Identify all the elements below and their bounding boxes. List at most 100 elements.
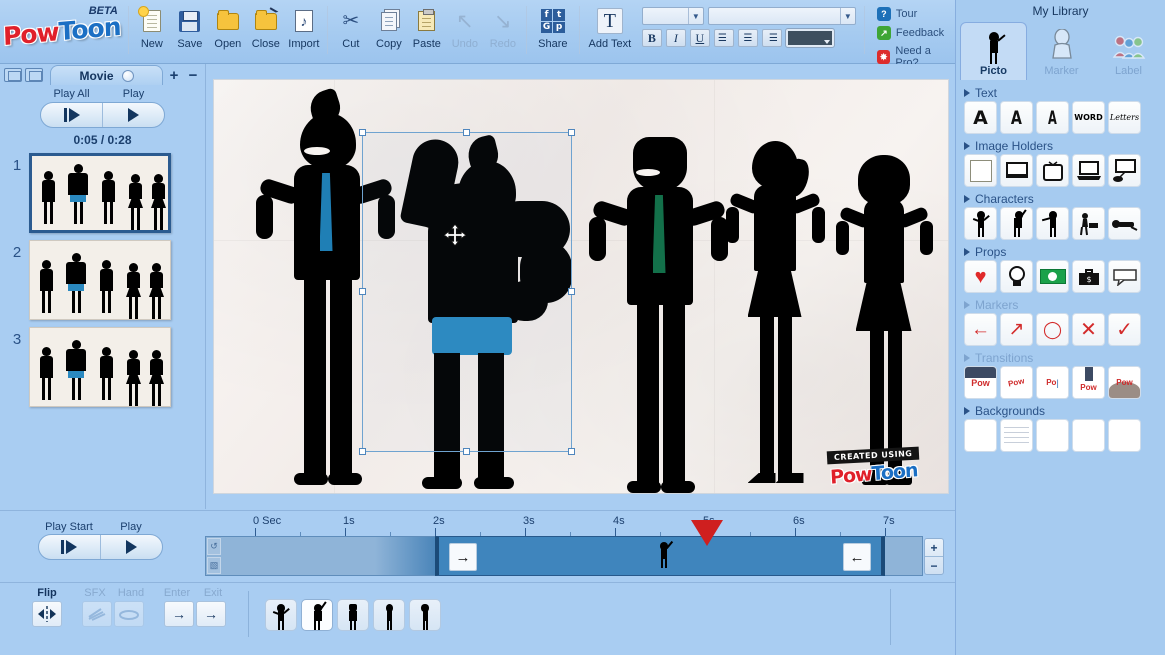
add-text-button[interactable]: T Add Text [584, 0, 636, 58]
view-list-icon[interactable] [25, 68, 43, 82]
char-thumb-woman[interactable] [373, 599, 405, 631]
resize-handle-e[interactable] [567, 288, 575, 295]
font-family-select[interactable]: ▼ [707, 7, 856, 25]
frame-monitor-holder[interactable] [1000, 154, 1033, 187]
character-laptop[interactable] [1072, 207, 1105, 240]
background-white[interactable] [964, 419, 997, 452]
prop-briefcase[interactable]: $ [1072, 260, 1105, 293]
slide-thumbnail-3[interactable] [29, 327, 171, 407]
clip-character-marker[interactable] [657, 540, 674, 572]
transition-stamp[interactable]: Pow [1072, 366, 1105, 399]
open-button[interactable]: Open [209, 0, 247, 58]
enter-button[interactable]: → [164, 601, 194, 627]
remove-slide-button[interactable]: − [185, 66, 201, 84]
timeline-play-button[interactable] [99, 535, 162, 559]
background-red[interactable] [1072, 419, 1105, 452]
section-header-text[interactable]: Text [964, 84, 1157, 101]
list-item[interactable]: 3 [10, 327, 205, 407]
tab-picto[interactable]: Picto [960, 22, 1027, 80]
play-start-button[interactable] [39, 535, 100, 559]
background-blue[interactable] [1108, 419, 1141, 452]
selection-box[interactable] [358, 129, 575, 455]
copy-button[interactable]: Copy [370, 0, 408, 58]
resize-handle-se[interactable] [567, 448, 575, 455]
frame-laptop-holder[interactable] [1072, 154, 1105, 187]
background-lined[interactable] [1000, 419, 1033, 452]
section-header-image-holders[interactable]: Image Holders [964, 137, 1157, 154]
align-right-button[interactable]: ☰ [761, 29, 782, 47]
figure-woman-bob[interactable] [832, 141, 937, 493]
playhead-marker[interactable] [691, 520, 723, 546]
undo-button[interactable]: ↖ Undo [446, 0, 484, 58]
text-style-a-narrow[interactable]: A [1000, 101, 1033, 134]
import-button[interactable]: ♪ Import [285, 0, 323, 58]
text-style-letters[interactable]: Letters [1108, 101, 1141, 134]
cut-button[interactable]: ✂ Cut [332, 0, 370, 58]
clip-exit-button[interactable]: ← [843, 543, 871, 571]
text-style-word[interactable]: WORD [1072, 101, 1105, 134]
align-center-button[interactable]: ☰ [737, 29, 758, 47]
char-thumb-suit[interactable] [337, 599, 369, 631]
frame-tv-holder[interactable] [1036, 154, 1069, 187]
character-muscle[interactable] [1000, 207, 1033, 240]
resize-handle-nw[interactable] [358, 129, 366, 136]
resize-handle-w[interactable] [358, 288, 366, 295]
timeline-clip[interactable]: → ← [435, 536, 885, 576]
feedback-button[interactable]: ↗ Feedback [876, 26, 955, 40]
flip-button[interactable] [32, 601, 62, 627]
text-color-swatch[interactable] [784, 28, 835, 48]
prop-money[interactable] [1036, 260, 1069, 293]
tour-button[interactable]: ? Tour [876, 7, 955, 21]
background-yellow[interactable] [1036, 419, 1069, 452]
close-button[interactable]: Close [247, 0, 285, 58]
transition-hand-wipe[interactable]: Pow [1108, 366, 1141, 399]
section-header-backgrounds[interactable]: Backgrounds [964, 402, 1157, 419]
character-pointing[interactable] [1036, 207, 1069, 240]
clip-enter-button[interactable]: → [449, 543, 477, 571]
section-header-transitions[interactable]: Transitions [964, 349, 1157, 366]
section-header-characters[interactable]: Characters [964, 190, 1157, 207]
reset-icon[interactable]: ↺ [207, 538, 221, 555]
char-thumb-woman-2[interactable] [409, 599, 441, 631]
section-header-markers[interactable]: Markers [964, 296, 1157, 313]
slide-thumbnail-2[interactable] [29, 240, 171, 320]
underline-button[interactable]: U [689, 29, 710, 47]
transition-slide-down[interactable]: Pow [964, 366, 997, 399]
marker-cross[interactable]: ✕ [1072, 313, 1105, 346]
align-left-button[interactable]: ☰ [713, 29, 734, 47]
character-standing[interactable] [964, 207, 997, 240]
marker-circle[interactable]: ◯ [1036, 313, 1069, 346]
marker-arrow-left[interactable]: ← [964, 313, 997, 346]
timeline-zoom-out-button[interactable]: − [925, 557, 943, 574]
resize-handle-n[interactable] [462, 129, 470, 136]
slide-canvas[interactable]: CREATED USING PowToon [212, 79, 949, 494]
play-button[interactable] [102, 103, 164, 127]
text-style-a-bold[interactable]: A [964, 101, 997, 134]
transition-type[interactable]: Po | [1036, 366, 1069, 399]
play-all-button[interactable] [41, 103, 102, 127]
timeline-zoom-in-button[interactable]: + [925, 539, 943, 557]
prop-heart[interactable]: ♥ [964, 260, 997, 293]
bold-button[interactable]: B [641, 29, 662, 47]
marker-check[interactable]: ✓ [1108, 313, 1141, 346]
char-thumb-standing[interactable] [265, 599, 297, 631]
new-button[interactable]: New [133, 0, 171, 58]
frame-blank-holder[interactable] [964, 154, 997, 187]
tab-label[interactable]: Label [1096, 22, 1161, 80]
italic-button[interactable]: I [665, 29, 686, 47]
frame-projector-holder[interactable] [1108, 154, 1141, 187]
marker-arrow-curve[interactable]: ↗ [1000, 313, 1033, 346]
figure-woman-ponytail[interactable] [722, 135, 832, 493]
text-style-a-thin[interactable]: A [1036, 101, 1069, 134]
movie-tab[interactable]: Movie [50, 65, 163, 85]
add-slide-button[interactable]: + [166, 66, 182, 84]
timeline-track[interactable]: ↺ ▧ → ← + − [205, 520, 950, 578]
resize-handle-s[interactable] [462, 448, 470, 455]
save-button[interactable]: Save [171, 0, 209, 58]
tab-marker[interactable]: Marker [1029, 22, 1094, 80]
character-lying[interactable] [1108, 207, 1141, 240]
redo-button[interactable]: ↘ Redo [484, 0, 522, 58]
prop-lightbulb[interactable] [1000, 260, 1033, 293]
sfx-button[interactable] [82, 601, 112, 627]
char-thumb-muscle[interactable] [301, 599, 333, 631]
